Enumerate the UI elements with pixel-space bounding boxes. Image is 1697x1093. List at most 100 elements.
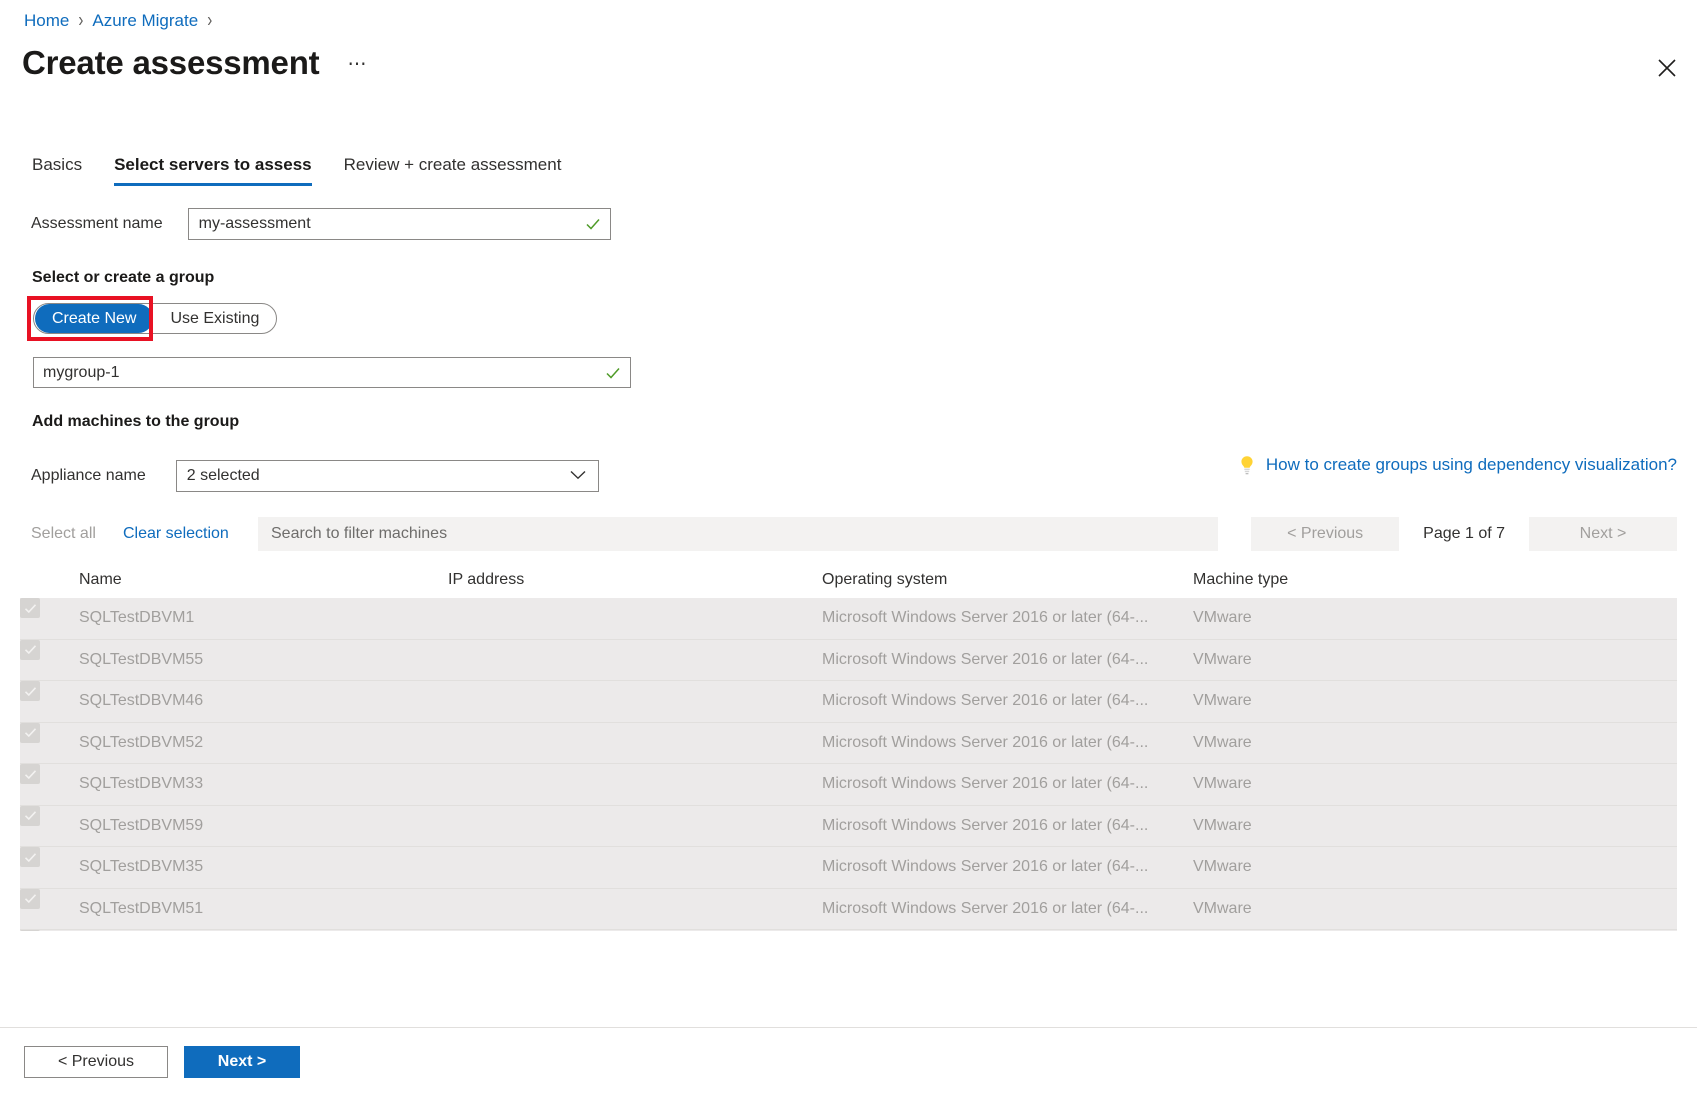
column-header-ip-address[interactable]: IP address xyxy=(448,571,524,589)
row-checkbox[interactable] xyxy=(20,889,40,909)
table-row[interactable] xyxy=(20,930,1677,931)
list-toolbar: Select all Clear selection < Previous Pa… xyxy=(0,517,1697,553)
cell-operating-system: Microsoft Windows Server 2016 or later (… xyxy=(822,651,1172,669)
cell-operating-system: Microsoft Windows Server 2016 or later (… xyxy=(822,692,1172,710)
appliance-name-label: Appliance name xyxy=(31,467,146,485)
row-checkbox[interactable] xyxy=(20,806,40,826)
checkbox-icon xyxy=(20,640,40,660)
assessment-name-row: Assessment name xyxy=(31,208,611,240)
assessment-name-label: Assessment name xyxy=(31,215,163,233)
table-row[interactable]: SQLTestDBVM51 Microsoft Windows Server 20… xyxy=(20,889,1677,931)
row-checkbox[interactable] xyxy=(20,930,40,931)
breadcrumb-separator-icon: › xyxy=(78,5,83,37)
row-checkbox[interactable] xyxy=(20,640,40,660)
machines-section-title: Add machines to the group xyxy=(32,413,239,431)
use-existing-button[interactable]: Use Existing xyxy=(153,303,276,334)
tab-select-servers-to-assess[interactable]: Select servers to assess xyxy=(98,155,328,186)
checkbox-icon xyxy=(20,806,40,826)
cell-operating-system: Microsoft Windows Server 2016 or later (… xyxy=(822,817,1172,835)
checkmark-icon xyxy=(585,216,601,232)
cell-name: SQLTestDBVM35 xyxy=(79,858,203,876)
footer-next-button[interactable]: Next > xyxy=(184,1046,300,1078)
previous-page-button[interactable]: < Previous xyxy=(1251,517,1399,551)
machines-table-body[interactable]: SQLTestDBVM1 Microsoft Windows Server 201… xyxy=(20,598,1677,931)
footer-previous-button[interactable]: < Previous xyxy=(24,1046,168,1078)
checkbox-icon xyxy=(20,723,40,743)
cell-machine-type: VMware xyxy=(1193,651,1252,669)
close-button[interactable] xyxy=(1647,48,1687,88)
next-page-button[interactable]: Next > xyxy=(1529,517,1677,551)
tab-basics[interactable]: Basics xyxy=(30,155,98,186)
cell-machine-type: VMware xyxy=(1193,734,1252,752)
dependency-visualization-link[interactable]: How to create groups using dependency vi… xyxy=(1238,455,1677,475)
row-checkbox[interactable] xyxy=(20,598,40,618)
column-header-name[interactable]: Name xyxy=(79,571,122,589)
checkbox-icon xyxy=(20,847,40,867)
cell-operating-system: Microsoft Windows Server 2016 or later (… xyxy=(822,858,1172,876)
row-checkbox[interactable] xyxy=(20,681,40,701)
wizard-tabs: Basics Select servers to assess Review +… xyxy=(30,155,577,186)
cell-operating-system: Microsoft Windows Server 2016 or later (… xyxy=(822,609,1172,627)
breadcrumb-item-home[interactable]: Home xyxy=(24,9,69,33)
assessment-name-input-wrap[interactable] xyxy=(188,208,611,240)
checkbox-icon xyxy=(20,598,40,618)
group-name-input[interactable] xyxy=(34,358,630,387)
cell-machine-type: VMware xyxy=(1193,817,1252,835)
assessment-name-input[interactable] xyxy=(189,209,610,239)
breadcrumb-item-azure-migrate[interactable]: Azure Migrate xyxy=(92,9,198,33)
more-options-button[interactable]: ⋯ xyxy=(347,53,368,76)
group-name-input-wrap[interactable] xyxy=(33,357,631,388)
checkbox-icon xyxy=(20,930,40,931)
table-row[interactable]: SQLTestDBVM46Microsoft Windows Server 20… xyxy=(20,681,1677,723)
cell-name: SQLTestDBVM52 xyxy=(79,734,203,752)
row-checkbox[interactable] xyxy=(20,723,40,743)
cell-operating-system: Microsoft Windows Server 2016 or later (… xyxy=(822,775,1172,793)
appliance-name-row: Appliance name 2 selected xyxy=(31,460,599,492)
select-all-button[interactable]: Select all xyxy=(31,525,96,543)
clear-selection-button[interactable]: Clear selection xyxy=(123,525,229,543)
table-row[interactable]: SQLTestDBVM33Microsoft Windows Server 20… xyxy=(20,764,1677,806)
cell-name: SQLTestDBVM55 xyxy=(79,651,203,669)
table-row[interactable]: SQLTestDBVM55 Microsoft Windows Server 20… xyxy=(20,640,1677,682)
checkbox-icon xyxy=(20,764,40,784)
table-row[interactable]: SQLTestDBVM59 Microsoft Windows Server 20… xyxy=(20,806,1677,848)
search-input[interactable] xyxy=(259,525,1217,543)
table-row[interactable]: SQLTestDBVM1 Microsoft Windows Server 201… xyxy=(20,598,1677,640)
page-header: Create assessment ⋯ xyxy=(22,44,368,82)
checkbox-icon xyxy=(20,889,40,909)
row-checkbox[interactable] xyxy=(20,847,40,867)
machines-table-header: Name IP address Operating system Machine… xyxy=(31,562,1677,598)
column-header-operating-system[interactable]: Operating system xyxy=(822,571,947,589)
column-header-machine-type[interactable]: Machine type xyxy=(1193,571,1288,589)
breadcrumb-separator-icon: › xyxy=(207,5,212,37)
wizard-footer: < Previous Next > xyxy=(0,1027,1697,1093)
table-row[interactable]: SQLTestDBVM52 Microsoft Windows Server 20… xyxy=(20,723,1677,765)
group-mode-pill: Create New Use Existing xyxy=(33,303,277,334)
cell-machine-type: VMware xyxy=(1193,900,1252,918)
checkmark-icon xyxy=(605,365,621,381)
group-mode-toggle: Create New Use Existing xyxy=(33,303,277,334)
cell-machine-type: VMware xyxy=(1193,858,1252,876)
chevron-down-icon xyxy=(570,467,586,485)
group-section-title: Select or create a group xyxy=(32,269,214,287)
cell-name: SQLTestDBVM51 xyxy=(79,900,203,918)
cell-name: SQLTestDBVM59 xyxy=(79,817,203,835)
cell-name: SQLTestDBVM1 xyxy=(79,609,194,627)
cell-machine-type: VMware xyxy=(1193,775,1252,793)
appliance-name-dropdown[interactable]: 2 selected xyxy=(176,460,599,492)
tab-review-create-assessment[interactable]: Review + create assessment xyxy=(328,155,578,186)
cell-machine-type: VMware xyxy=(1193,609,1252,627)
search-input-wrap[interactable] xyxy=(258,517,1218,551)
dependency-visualization-link-label: How to create groups using dependency vi… xyxy=(1266,455,1677,475)
close-icon xyxy=(1658,59,1676,77)
checkbox-icon xyxy=(20,681,40,701)
cell-machine-type: VMware xyxy=(1193,692,1252,710)
create-new-button[interactable]: Create New xyxy=(35,304,153,333)
pagination: < Previous Page 1 of 7 Next > xyxy=(1251,517,1677,551)
table-row[interactable]: SQLTestDBVM35 Microsoft Windows Server 20… xyxy=(20,847,1677,889)
cell-operating-system: Microsoft Windows Server 2016 or later (… xyxy=(822,900,1172,918)
row-checkbox[interactable] xyxy=(20,764,40,784)
cell-operating-system: Microsoft Windows Server 2016 or later (… xyxy=(822,734,1172,752)
appliance-name-value: 2 selected xyxy=(187,467,260,485)
breadcrumb: Home › Azure Migrate › xyxy=(24,9,221,33)
